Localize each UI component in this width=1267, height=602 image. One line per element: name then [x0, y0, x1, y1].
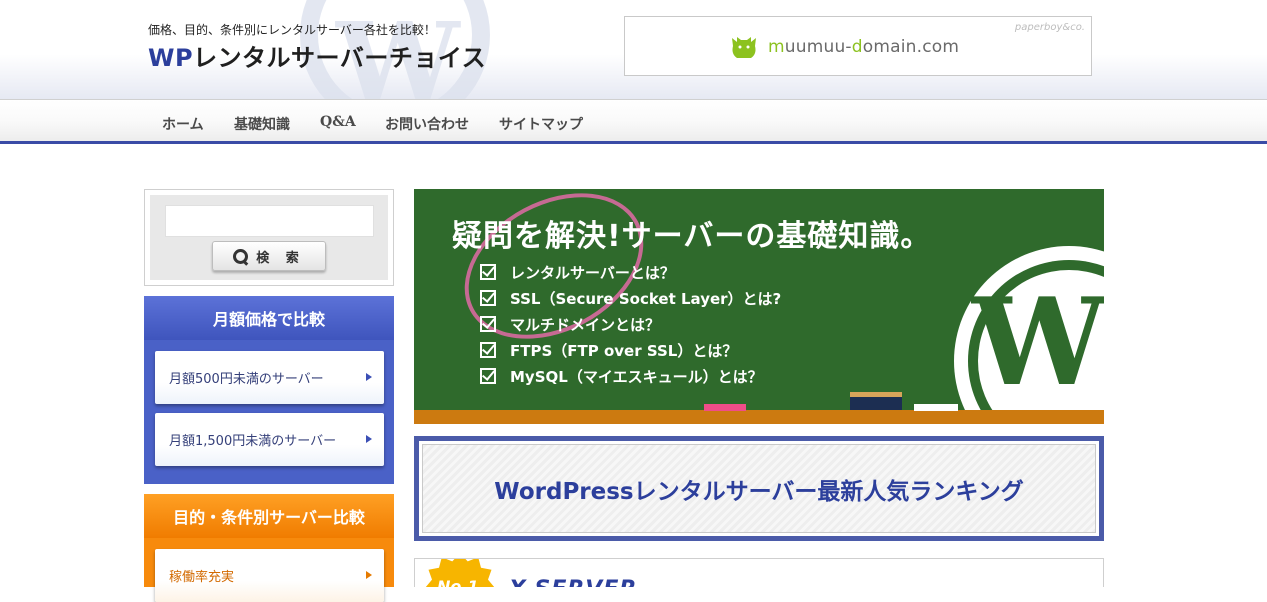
link-under-1500[interactable]: 月額1,500円未満のサーバー — [155, 413, 384, 466]
link-under-500-label: 月額500円未満のサーバー — [169, 372, 324, 387]
site-header: W 価格、目的、条件別にレンタルサーバー各社を比較！ WPレンタルサーバーチョイ… — [0, 0, 1267, 99]
site-tagline: 価格、目的、条件別にレンタルサーバー各社を比較！ — [148, 23, 436, 37]
global-nav: ホーム 基礎知識 Q&A お問い合わせ サイトマップ — [0, 99, 1267, 144]
monthly-price-title: 月額価格で比較 — [144, 296, 394, 340]
search-icon — [233, 248, 249, 264]
chalk-white-icon — [914, 404, 958, 411]
banner-question-list: レンタルサーバーとは？ SSL（Secure Socket Layer）とは? … — [480, 259, 781, 389]
ranking-title: WordPressレンタルサーバー最新人気ランキング — [422, 444, 1096, 533]
ad-brand-logo: paperboy&co. — [1014, 22, 1085, 33]
banner-question: FTPS（FTP over SSL）とは？ — [480, 337, 781, 363]
arrow-right-icon — [366, 435, 372, 443]
nav-item-basics[interactable]: 基礎知識 — [234, 114, 290, 134]
purpose-title: 目的・条件別サーバー比較 — [144, 494, 394, 538]
nav-item-qa[interactable]: Q&A — [320, 114, 356, 130]
ranking-item-name: X-SERVER — [509, 577, 637, 587]
ad-domain-text: muumuu-domain.com — [768, 37, 960, 57]
banner-question: レンタルサーバーとは？ — [480, 259, 781, 285]
arrow-right-icon — [366, 373, 372, 381]
site-title-prefix: WP — [148, 44, 194, 72]
basics-banner[interactable]: 疑問を解決!サーバーの基礎知識。 レンタルサーバーとは？ SSL（Secure … — [414, 189, 1104, 424]
checkbox-icon — [480, 264, 496, 280]
purpose-panel: 目的・条件別サーバー比較 稼働率充実 — [144, 494, 394, 602]
eraser-icon — [850, 392, 902, 410]
arrow-right-icon — [366, 571, 372, 579]
monthly-price-panel: 月額価格で比較 月額500円未満のサーバー 月額1,500円未満のサーバー — [144, 296, 394, 484]
rank-badge-label: No.1 — [437, 577, 479, 587]
chalk-pink-icon — [704, 404, 746, 411]
nav-item-contact[interactable]: お問い合わせ — [385, 114, 469, 134]
nav-item-sitemap[interactable]: サイトマップ — [499, 114, 583, 134]
checkbox-icon — [480, 368, 496, 384]
search-button[interactable]: 検 索 — [212, 241, 326, 271]
banner-question: SSL（Secure Socket Layer）とは? — [480, 285, 781, 311]
ranking-item-1[interactable]: No.1 X-SERVER — [414, 558, 1104, 587]
site-title[interactable]: WPレンタルサーバーチョイス — [148, 38, 486, 73]
search-input[interactable] — [165, 205, 374, 237]
checkbox-icon — [480, 290, 496, 306]
search-widget: 検 索 — [144, 189, 394, 286]
search-button-label: 検 索 — [256, 250, 305, 266]
banner-title: 疑問を解決!サーバーの基礎知識。 — [452, 219, 932, 254]
checkbox-icon — [480, 342, 496, 358]
wordpress-logo-icon: W — [954, 246, 1104, 424]
banner-question: MySQL（マイエスキュール）とは？ — [480, 363, 781, 389]
link-uptime[interactable]: 稼働率充実 — [155, 549, 384, 602]
site-title-rest: レンタルサーバーチョイス — [193, 44, 487, 72]
link-under-500[interactable]: 月額500円未満のサーバー — [155, 351, 384, 404]
chalk-tray — [414, 410, 1104, 424]
banner-question: マルチドメインとは？ — [480, 311, 781, 337]
checkbox-icon — [480, 316, 496, 332]
search-panel: 検 索 — [150, 195, 388, 280]
link-under-1500-label: 月額1,500円未満のサーバー — [169, 434, 337, 449]
ad-banner[interactable]: muumuu-domain.com paperboy&co. — [624, 16, 1092, 76]
mascot-icon — [732, 37, 756, 58]
ranking-banner[interactable]: WordPressレンタルサーバー最新人気ランキング — [414, 436, 1104, 541]
link-uptime-label: 稼働率充実 — [169, 570, 235, 585]
nav-item-home[interactable]: ホーム — [162, 114, 204, 134]
